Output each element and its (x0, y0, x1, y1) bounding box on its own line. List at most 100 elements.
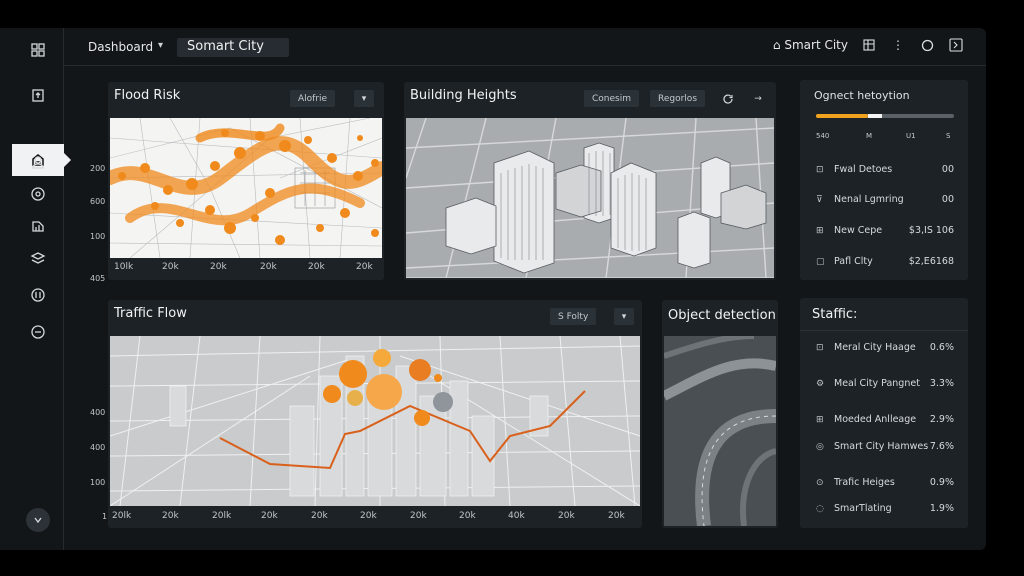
user-icon[interactable] (26, 150, 50, 174)
traffic-filter-dropdown[interactable]: S Folty (550, 308, 597, 325)
target-icon[interactable] (26, 182, 50, 206)
stat-value: 00 (941, 194, 954, 205)
stat-value: 3.3% (929, 378, 954, 389)
x-tick: 20k (356, 262, 373, 272)
divider (800, 330, 968, 331)
stat-label: Pafl Clty (834, 256, 873, 267)
y-tick: 405 (90, 274, 106, 283)
stat-value: 00 (941, 164, 954, 175)
grid-icon[interactable] (26, 38, 50, 62)
stat-value: 0.9% (929, 477, 954, 488)
doc-icon: ▢ (816, 256, 825, 267)
stat-label: Moeded Anlleage (834, 414, 917, 425)
buildings-filter-2[interactable]: Regorlos (650, 90, 706, 107)
home-icon: ⌂ (772, 38, 785, 52)
page-title[interactable]: Somart City (177, 38, 289, 57)
progress-label: S (946, 132, 951, 140)
stat-label: Meral City Haage (834, 342, 916, 353)
detection-progress-bar (816, 114, 954, 118)
stat-value: 7.6% (929, 441, 954, 452)
search-icon[interactable] (919, 37, 935, 53)
y-tick: 100 (90, 478, 106, 487)
stat-value: $3,IS 106 (908, 225, 954, 236)
flood-risk-map[interactable] (110, 118, 382, 258)
stat-value: 2.9% (929, 414, 954, 425)
x-tick: 20k (608, 511, 625, 521)
x-tick: 40k (508, 511, 525, 521)
buildings-filter-1[interactable]: Conesim (584, 90, 639, 107)
chevron-down-icon[interactable]: ▾ (158, 40, 163, 51)
stat-value: 0.6% (929, 342, 954, 353)
stat-label: Nenal Lgmring (834, 194, 904, 205)
stat-row[interactable]: ⚙ Meal City Pangnet 3.3% (816, 378, 954, 389)
stat-row[interactable]: ⊙ Trafic Heiges 0.9% (816, 477, 954, 488)
gear-icon: ⚙ (816, 378, 825, 389)
x-tick: 20lk (112, 511, 132, 521)
chevron-down-icon[interactable]: ▾ (354, 90, 374, 107)
panel-title: Object detection (668, 308, 776, 323)
stat-row: ⊡ Fwal Detoes 00 (816, 164, 954, 175)
expand-icon[interactable] (948, 37, 964, 53)
chart-icon[interactable] (26, 214, 50, 238)
stat-row[interactable]: ◌ SmarTlating 1.9% (816, 503, 954, 514)
progress-label: 540 (816, 132, 830, 140)
filter-icon: ⊽ (816, 194, 823, 205)
object-detection-view[interactable] (664, 336, 776, 526)
light-icon: ◌ (816, 503, 824, 514)
y-tick: 100 (90, 232, 106, 241)
traffic-icon: ⊙ (816, 477, 824, 488)
stat-value: $2,E6168 (908, 256, 954, 267)
layers-icon[interactable] (26, 247, 50, 271)
stat-label: Fwal Detoes (834, 164, 893, 175)
table-icon[interactable] (861, 37, 877, 53)
top-right-controls: ⌂ Smart City ⋮ (773, 37, 964, 53)
stat-label: Meal City Pangnet (834, 378, 920, 389)
stat-row[interactable]: ⊡ Meral City Haage 0.6% (816, 342, 954, 353)
x-tick: 10lk (114, 262, 134, 272)
globe-icon: ◎ (816, 441, 824, 452)
top-bar: Dashboard ▾ Somart City ⌂ Smart City ⋮ (64, 28, 986, 66)
stat-row: ⊽ Nenal Lgmring 00 (816, 194, 954, 205)
x-tick: 20k (558, 511, 575, 521)
flood-filter-dropdown[interactable]: Alofrie (290, 90, 336, 107)
panel-title: Flood Risk (114, 88, 181, 103)
minus-circle-icon[interactable] (26, 320, 50, 344)
breadcrumb[interactable]: Dashboard (88, 40, 153, 54)
building-icon: ⊡ (816, 342, 824, 353)
panel-title: Ognect hetoytion (814, 89, 910, 102)
stat-row[interactable]: ⊞ Moeded Anlleage 2.9% (816, 414, 954, 425)
stat-value: 1.9% (929, 503, 954, 514)
chevron-down-icon[interactable]: ▾ (614, 308, 634, 325)
grid-icon: ⊞ (816, 414, 824, 425)
alert-icon[interactable] (26, 283, 50, 307)
building-icon: ⊞ (816, 225, 824, 236)
staffic-panel: Staffic: ⊡ Meral City Haage 0.6% ⚙ Meal … (800, 298, 968, 528)
app-window: Dashboard ▾ Somart City ⌂ Smart City ⋮ F… (0, 28, 986, 550)
x-tick: 20k (261, 511, 278, 521)
y-tick: 400 (90, 443, 106, 452)
building-heights-3d-view[interactable] (406, 118, 774, 278)
traffic-flow-map[interactable] (110, 336, 640, 506)
y-tick: 600 (90, 197, 106, 206)
refresh-icon[interactable] (718, 90, 738, 107)
x-tick: 20k (360, 511, 377, 521)
progress-label: M (866, 132, 873, 140)
x-tick: 20k (260, 262, 277, 272)
arrow-right-icon[interactable]: → (748, 90, 768, 107)
stat-label: Trafic Heiges (834, 477, 895, 488)
object-detection-panel: Object detection (662, 300, 778, 528)
x-tick: 20k (311, 511, 328, 521)
upload-doc-icon[interactable] (26, 83, 50, 107)
panel-title: Building Heights (410, 88, 517, 103)
more-vertical-icon[interactable]: ⋮ (890, 37, 906, 53)
x-tick: 20k (459, 511, 476, 521)
stat-label: SmarTlating (834, 503, 892, 514)
stat-row: ⊞ New Cepe $3,IS 106 (816, 225, 954, 236)
chevron-down-icon[interactable] (26, 508, 50, 532)
building-heights-panel: Building Heights Conesim Regorlos → (404, 82, 776, 280)
x-tick: 20lk (212, 511, 232, 521)
smart-city-link[interactable]: ⌂ Smart City (773, 38, 848, 52)
progress-label: U1 (906, 132, 916, 140)
list-icon: ⊡ (816, 164, 824, 175)
stat-row[interactable]: ◎ Smart City Hamwes 7.6% (816, 441, 954, 452)
